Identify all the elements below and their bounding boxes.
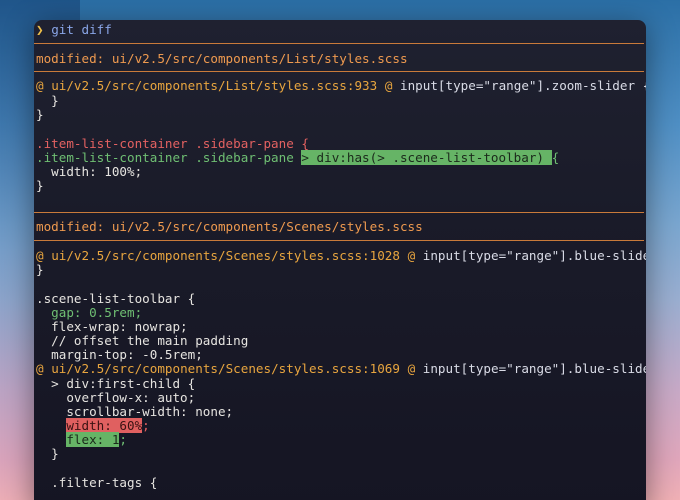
added-highlight: > div:has(> .scene-list-toolbar) xyxy=(301,150,552,165)
hunk-header: @ ui/v2.5/src/components/Scenes/styles.s… xyxy=(36,361,646,376)
code-line: } xyxy=(36,178,44,193)
divider xyxy=(34,212,644,213)
removed-indent xyxy=(36,418,66,433)
code-line: .filter-tags { xyxy=(36,475,158,490)
divider xyxy=(34,71,644,72)
hunk-context: input[type="range"].zoom-slider { xyxy=(400,78,646,93)
prompt-caret-icon: ❯ xyxy=(36,22,44,37)
added-line-prefix: .item-list-container .sidebar-pane xyxy=(36,150,302,165)
hunk-context: input[type="range"].blue-slider { xyxy=(422,248,646,263)
hunk-location: ui/v2.5/src/components/List/styles.scss:… xyxy=(51,78,378,93)
code-line: } xyxy=(36,107,44,122)
removed-tail: ; xyxy=(142,418,150,433)
added-tail: ; xyxy=(119,432,128,447)
terminal-window[interactable]: ❯ git diff modified: ui/v2.5/src/compone… xyxy=(34,20,646,500)
hunk-header: @ ui/v2.5/src/components/List/styles.scs… xyxy=(36,78,646,93)
hunk-header: @ ui/v2.5/src/components/Scenes/styles.s… xyxy=(36,248,646,263)
hunk-marker: @ xyxy=(36,361,44,376)
divider xyxy=(34,43,644,44)
hunk-location: ui/v2.5/src/components/Scenes/styles.scs… xyxy=(51,361,400,376)
file-header: modified: ui/v2.5/src/components/List/st… xyxy=(36,51,408,66)
hunk-marker: @ xyxy=(384,78,393,93)
code-line: } xyxy=(36,262,44,277)
hunk-marker: @ xyxy=(36,78,44,93)
hunk-context: input[type="range"].blue-slider { xyxy=(422,361,646,376)
hunk-marker: @ xyxy=(407,361,416,376)
hunk-marker: @ xyxy=(36,248,44,263)
removed-highlight: width: 60% xyxy=(66,418,143,433)
prompt-line: ❯ git diff xyxy=(36,22,112,37)
prompt-command: git diff xyxy=(51,22,112,37)
hunk-location: ui/v2.5/src/components/Scenes/styles.scs… xyxy=(51,248,400,263)
added-highlight: flex: 1 xyxy=(66,432,120,447)
added-indent xyxy=(36,432,66,447)
code-line: width: 100%; xyxy=(36,164,143,179)
file-header: modified: ui/v2.5/src/components/Scenes/… xyxy=(36,219,423,234)
code-line: } xyxy=(36,446,59,461)
hunk-marker: @ xyxy=(407,248,416,263)
divider xyxy=(34,240,644,241)
added-line-tail: { xyxy=(551,150,560,165)
